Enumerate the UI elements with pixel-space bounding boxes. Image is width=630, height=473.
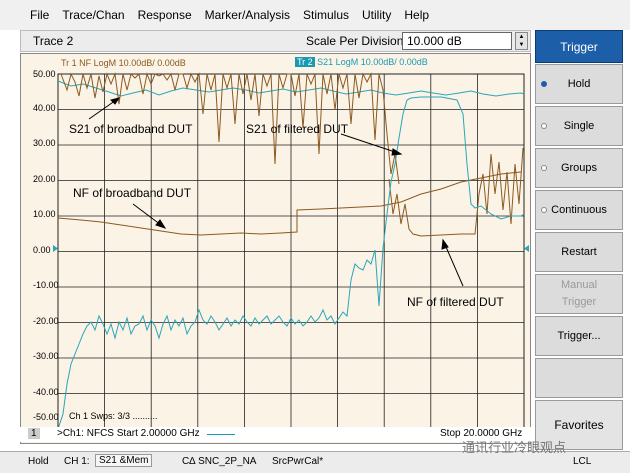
status-channel: CH 1:: [64, 456, 90, 467]
menu-marker-analysis[interactable]: Marker/Analysis: [205, 8, 290, 22]
softkey-restart[interactable]: Restart: [535, 232, 623, 272]
y-tick-label: 30.00: [33, 138, 56, 148]
menu-file[interactable]: File: [30, 8, 49, 22]
y-tick-label: -20.00: [33, 316, 59, 326]
softkey-hold-label: Hold: [567, 78, 591, 90]
status-lcl: LCL: [573, 456, 592, 467]
softkey-continuous[interactable]: Continuous: [535, 190, 623, 230]
status-power-cal: SrcPwrCal*: [272, 456, 324, 467]
softkey-hold[interactable]: Hold: [535, 64, 623, 104]
trace2-label[interactable]: Tr 2 S21 LogM 10.00dB/ 0.00dB: [295, 57, 428, 67]
annotation-nf-broadband: NF of broadband DUT: [73, 186, 192, 200]
channel-number[interactable]: 1: [28, 428, 40, 439]
menu-response[interactable]: Response: [138, 8, 192, 22]
ref-marker-right: [524, 245, 529, 252]
y-tick-label: 0.00: [33, 245, 51, 255]
annotation-s21-filtered: S21 of filtered DUT: [246, 122, 349, 136]
trace2-tag: Tr 2: [295, 57, 315, 67]
y-tick-label: 40.00: [33, 103, 56, 113]
softkey-single[interactable]: Single: [535, 106, 623, 146]
softkey-single-label: Single: [563, 120, 595, 132]
y-tick-label: 20.00: [33, 174, 56, 184]
menu-trace-chan[interactable]: Trace/Chan: [62, 8, 124, 22]
radio-icon: [541, 165, 547, 171]
radio-icon: [541, 207, 547, 213]
watermark-text: 通讯行业冷眼观点: [462, 440, 567, 455]
y-tick-label: -40.00: [33, 387, 59, 397]
radio-selected-icon: [541, 81, 547, 87]
measurement-plot: Tr 1 NF LogM 10.00dB/ 0.00dB Tr 2 S21 Lo…: [20, 53, 531, 444]
nf-filtered-trace: [388, 147, 524, 237]
annotation-nf-filtered: NF of filtered DUT: [407, 295, 504, 309]
sweep-info-bar: 1 >Ch1: NFCS Start 2.00000 GHz Stop 20.0…: [20, 427, 531, 442]
softkey-manual-trigger[interactable]: Manual Trigger: [535, 274, 623, 314]
annotation-s21-broadband: S21 of broadband DUT: [69, 122, 193, 136]
softkey-empty: [535, 358, 623, 398]
trace-legend-line: [207, 434, 235, 435]
softkey-title: Trigger: [535, 30, 623, 63]
softkey-continuous-label: Continuous: [551, 204, 607, 216]
trace-toolbar: Trace 2 Scale Per Division 10.000 dB ▲ ▼: [20, 30, 531, 52]
active-trace-name: Trace 2: [33, 34, 74, 48]
y-tick-label: 50.00: [33, 69, 56, 79]
scale-per-division-label: Scale Per Division: [306, 34, 404, 48]
status-hold: Hold: [28, 456, 49, 467]
trace2-label-text: S21 LogM 10.00dB/ 0.00dB: [314, 57, 428, 67]
softkey-trigger-menu[interactable]: Trigger...: [535, 316, 623, 356]
softkey-groups-label: Groups: [560, 162, 598, 174]
softkey-manual-trigger-label: Trigger: [561, 296, 597, 308]
menu-bar: File Trace/Chan Response Marker/Analysis…: [0, 0, 630, 30]
scale-spinner[interactable]: ▲ ▼: [515, 32, 528, 50]
y-tick-label: -50.00: [33, 412, 59, 422]
y-tick-label: -30.00: [33, 351, 59, 361]
menu-help[interactable]: Help: [404, 8, 429, 22]
softkey-manual-label: Manual: [560, 279, 598, 291]
menu-utility[interactable]: Utility: [362, 8, 391, 22]
status-measurement[interactable]: S21 &Mem: [95, 454, 153, 467]
y-tick-label: 10.00: [33, 209, 56, 219]
menu-stimulus[interactable]: Stimulus: [303, 8, 349, 22]
plot-canvas: [53, 72, 529, 430]
status-cal: C∆ SNC_2P_NA: [182, 456, 257, 467]
y-tick-label: -10.00: [33, 280, 59, 290]
scale-per-division-input[interactable]: 10.000 dB: [402, 32, 512, 50]
channel-sweep-info: Ch 1 Swps: 3/3 ..........: [69, 411, 158, 421]
nf-broadband-lower: [57, 171, 522, 236]
softkey-groups[interactable]: Groups: [535, 148, 623, 188]
trigger-softkey-panel: Trigger Hold Single Groups Continuous Re…: [535, 30, 623, 450]
trace1-label[interactable]: Tr 1 NF LogM 10.00dB/ 0.00dB: [61, 58, 186, 68]
ref-marker-left: [53, 245, 58, 252]
radio-icon: [541, 123, 547, 129]
sweep-start[interactable]: >Ch1: NFCS Start 2.00000 GHz: [57, 428, 200, 439]
